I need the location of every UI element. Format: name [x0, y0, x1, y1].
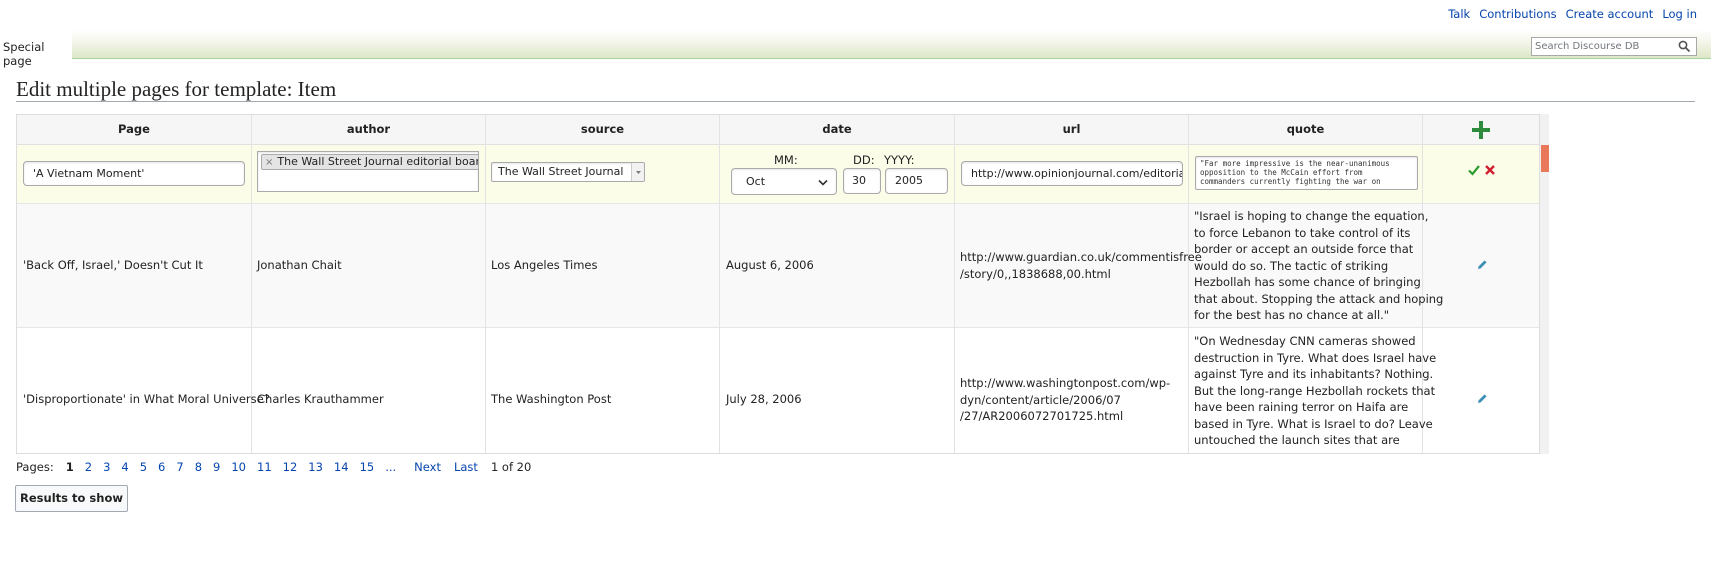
create-account-link[interactable]: Create account: [1566, 7, 1654, 21]
year-input[interactable]: 2005: [885, 168, 948, 194]
page-link[interactable]: 13: [308, 460, 323, 474]
url-line: http://www.guardian.co.uk/commentisfree: [960, 250, 1202, 264]
page-link[interactable]: 7: [176, 460, 183, 474]
page-title: Edit multiple pages for template: Item: [16, 77, 1695, 102]
page-link[interactable]: 12: [283, 460, 298, 474]
special-page-tab[interactable]: Special page: [0, 30, 72, 68]
quote-cell: "On Wednesday CNN cameras showed destruc…: [1194, 333, 1436, 449]
page-link[interactable]: 14: [334, 460, 349, 474]
results-to-show-button[interactable]: Results to show: [15, 485, 128, 512]
quote-line: untouched the launch sites that are: [1194, 433, 1400, 447]
quote-line: against Tyre and its inhabitants? Nothin…: [1194, 367, 1434, 381]
token-remove-icon[interactable]: ×: [265, 157, 273, 168]
page-link[interactable]: 6: [158, 460, 165, 474]
source-cell: Los Angeles Times: [491, 258, 598, 272]
current-page: 1: [65, 460, 74, 474]
page-link[interactable]: 10: [231, 460, 246, 474]
edit-pencil-icon[interactable]: [1476, 393, 1488, 405]
quote-line: for the best has no chance at all.": [1194, 308, 1390, 322]
page-link[interactable]: 8: [195, 460, 202, 474]
dropdown-arrow-icon[interactable]: [631, 163, 644, 181]
column-header-quote[interactable]: quote: [1189, 115, 1422, 145]
cancel-icon[interactable]: [1484, 164, 1496, 176]
page-link[interactable]: 11: [257, 460, 272, 474]
date-cell: July 28, 2006: [726, 392, 802, 406]
year-label: YYYY:: [884, 153, 915, 167]
page-link[interactable]: 15: [360, 460, 375, 474]
source-value: The Wall Street Journal: [498, 165, 624, 178]
add-row-icon[interactable]: [1471, 120, 1491, 140]
contributions-link[interactable]: Contributions: [1479, 7, 1556, 21]
url-line: http://www.washingtonpost.com/wp-: [960, 376, 1171, 390]
quote-line: to force Lebanon to take control of its: [1194, 225, 1411, 240]
column-header-actions: [1423, 115, 1539, 145]
month-value: Oct: [746, 175, 766, 188]
quote-line: "On Wednesday CNN cameras showed: [1194, 334, 1416, 348]
author-tokens-input[interactable]: × The Wall Street Journal editorial board: [257, 151, 479, 192]
log-in-link[interactable]: Log in: [1662, 7, 1697, 21]
page-link[interactable]: 3: [103, 460, 110, 474]
quote-line: that about. Stopping the attack and hopi…: [1194, 291, 1444, 306]
page-link[interactable]: 2: [85, 460, 92, 474]
quote-line: "Israel is hoping to change the equation…: [1194, 209, 1429, 223]
tabs-background: [72, 30, 1711, 59]
page-link[interactable]: 5: [140, 460, 147, 474]
personal-navigation: Talk Contributions Create account Log in: [1448, 7, 1697, 21]
day-input[interactable]: 30: [843, 168, 881, 194]
edit-pencil-icon[interactable]: [1476, 259, 1488, 271]
accept-icon[interactable]: [1468, 164, 1480, 176]
column-header-page[interactable]: Page: [17, 115, 251, 145]
author-cell: Charles Krauthammer: [257, 392, 384, 406]
url-cell: http://www.guardian.co.uk/commentisfree …: [960, 249, 1202, 282]
talk-link[interactable]: Talk: [1448, 7, 1470, 21]
search-icon[interactable]: [1678, 40, 1691, 53]
search-placeholder: Search Discourse DB: [1535, 41, 1640, 52]
quote-line: based in Tyre. What is Israel to do? Lea…: [1194, 416, 1433, 431]
url-line: /story/0,,1838688,00.html: [960, 266, 1111, 281]
column-header-author[interactable]: author: [252, 115, 485, 145]
day-label: DD:: [853, 153, 875, 167]
quote-line: Hezbollah has some chance of bringing: [1194, 275, 1421, 289]
author-token: × The Wall Street Journal editorial board: [261, 154, 479, 170]
url-cell: http://www.washingtonpost.com/wp- dyn/co…: [960, 375, 1170, 425]
page-name-input[interactable]: 'A Vietnam Moment': [23, 161, 245, 186]
month-label: MM:: [774, 153, 798, 167]
month-select[interactable]: Oct: [731, 168, 837, 195]
page-cell[interactable]: 'Disproportionate' in What Moral Univers…: [23, 391, 270, 408]
next-page-link[interactable]: Next: [414, 460, 441, 474]
quote-textarea[interactable]: "Far more impressive is the near-unanimo…: [1195, 156, 1418, 190]
search-input[interactable]: Search Discourse DB: [1531, 37, 1697, 56]
quote-cell: "Israel is hoping to change the equation…: [1194, 208, 1443, 324]
column-header-source[interactable]: source: [486, 115, 719, 145]
page-cell[interactable]: 'Back Off, Israel,' Doesn't Cut It: [23, 257, 203, 274]
quote-line: would do so. The tactic of striking: [1194, 258, 1389, 273]
date-cell: August 6, 2006: [726, 258, 814, 272]
page-count: 1 of 20: [490, 460, 532, 474]
column-header-url[interactable]: url: [955, 115, 1188, 145]
page-link[interactable]: 4: [121, 460, 128, 474]
url-line: dyn/content/article/2006/07: [960, 392, 1121, 407]
page-link[interactable]: 9: [213, 460, 220, 474]
tabs-bar: Special page Search Discourse DB: [0, 30, 1711, 68]
quote-line: destruction in Tyre. What does Israel ha…: [1194, 350, 1437, 365]
pages-label: Pages:: [16, 460, 54, 474]
url-line: /27/AR2006072701725.html: [960, 409, 1124, 423]
quote-line: But the long-range Hezbollah rockets tha…: [1194, 383, 1436, 398]
url-input[interactable]: http://www.opinionjournal.com/editorial/…: [961, 161, 1183, 186]
quote-line: border or accept an outside force that: [1194, 242, 1414, 256]
quote-line: have been raining terror on Haifa are: [1194, 400, 1409, 414]
source-cell: The Washington Post: [491, 392, 612, 406]
author-cell: Jonathan Chait: [257, 258, 342, 272]
data-grid: Page author source date url quote 'A Vie…: [16, 114, 1540, 454]
vertical-scrollbar[interactable]: [1540, 114, 1549, 454]
pagination: Pages: 1 2 3 4 5 6 7 8 9 10 11 12 13 14 …: [16, 460, 531, 474]
column-header-date[interactable]: date: [720, 115, 954, 145]
scrollbar-thumb[interactable]: [1541, 145, 1549, 172]
author-token-label: The Wall Street Journal editorial board: [277, 155, 479, 168]
more-pages-link[interactable]: ...: [385, 460, 396, 474]
source-combobox[interactable]: The Wall Street Journal: [491, 162, 645, 182]
last-page-link[interactable]: Last: [454, 460, 478, 474]
chevron-down-icon: [818, 179, 828, 186]
